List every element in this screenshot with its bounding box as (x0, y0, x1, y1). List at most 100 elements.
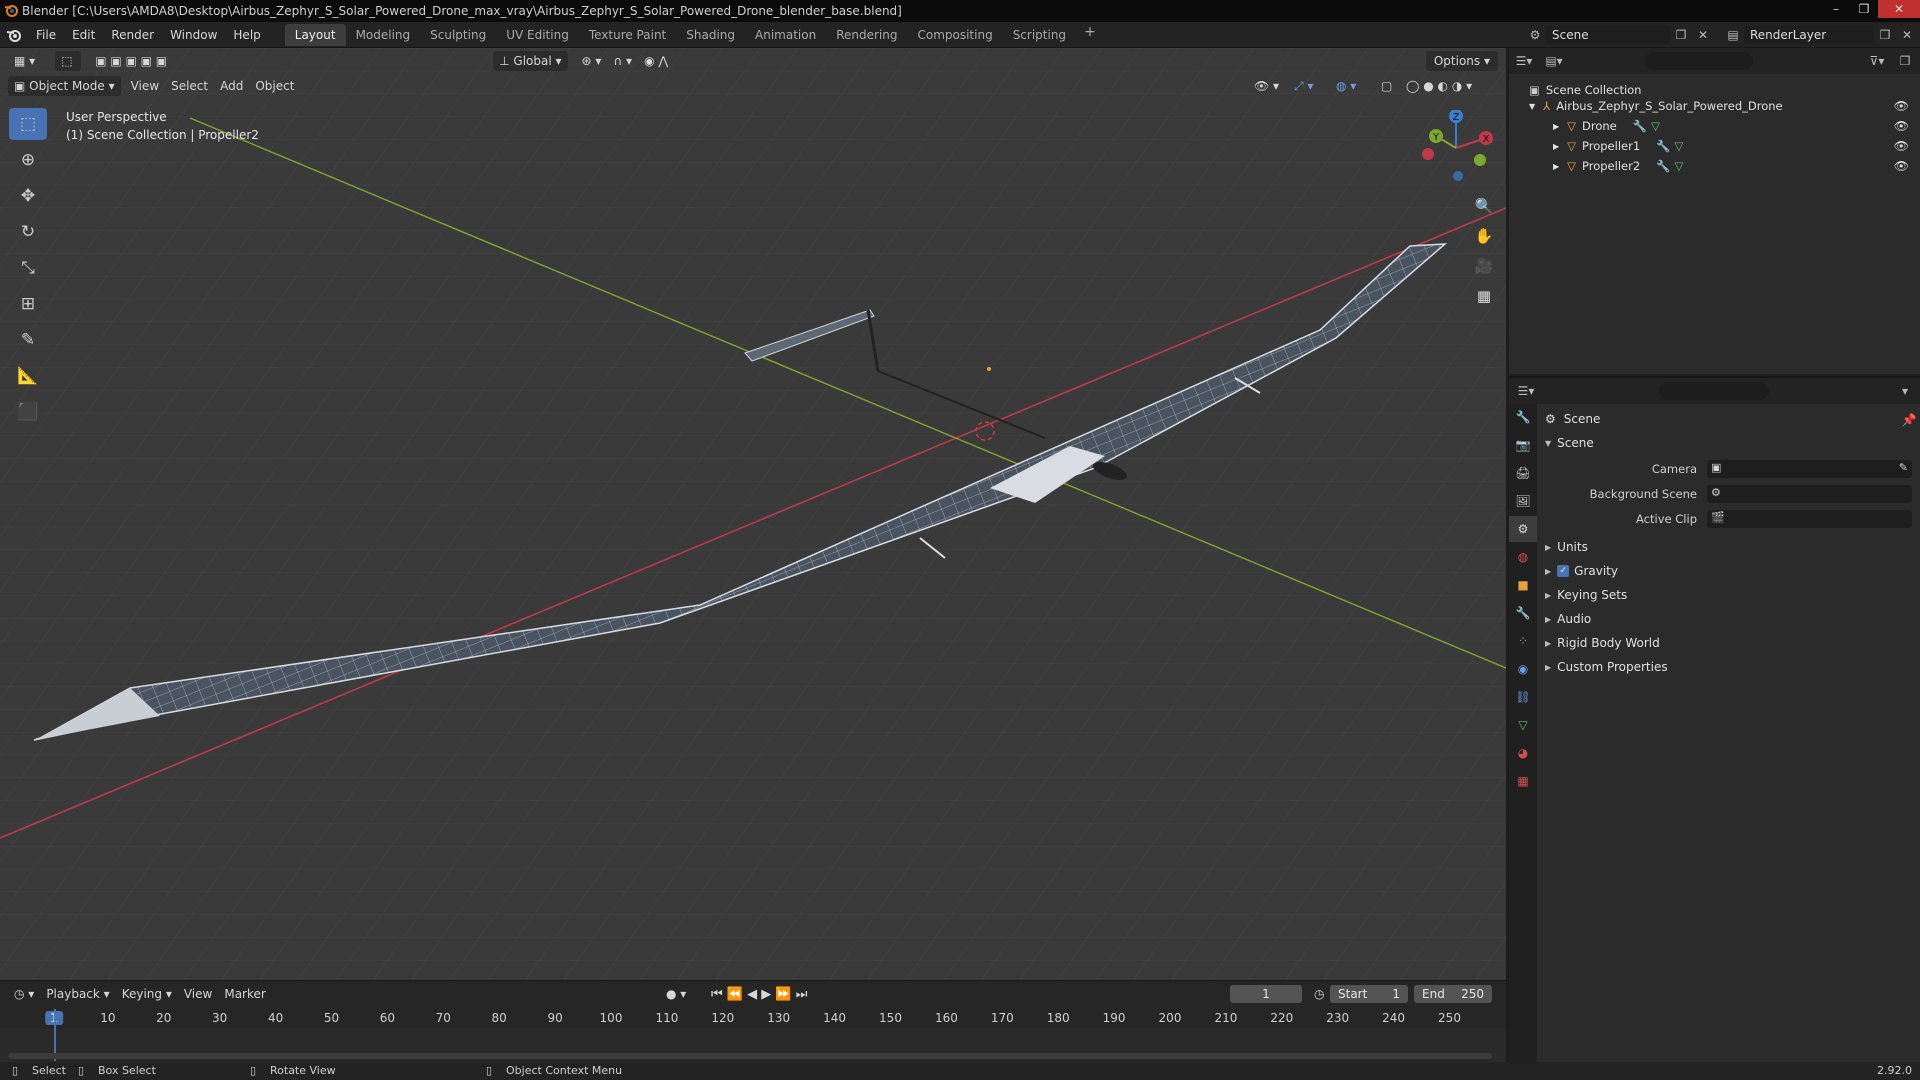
menu-view[interactable]: View (125, 76, 165, 96)
expand-arrow-icon[interactable]: ▶ (1553, 122, 1559, 131)
menu-marker[interactable]: Marker (218, 984, 271, 1004)
rotate-tool-icon[interactable]: ↻ (9, 216, 47, 248)
menu-timeline-view[interactable]: View (178, 984, 218, 1004)
menu-select[interactable]: Select (165, 76, 214, 96)
tab-shading[interactable]: Shading (676, 24, 745, 46)
visibility-eye-icon[interactable]: 👁 (1894, 139, 1909, 153)
playback-controls[interactable]: ⏮ ⏪ ◀ ▶ ⏩ ⏭ (705, 984, 813, 1004)
background-scene-field[interactable]: ⚙ (1707, 485, 1912, 503)
gizmo-toggle-icon[interactable]: ⤢ ▾ (1288, 76, 1319, 96)
tab-texture-paint[interactable]: Texture Paint (579, 24, 676, 46)
timeline-editor-type-icon[interactable]: ◷ ▾ (8, 984, 40, 1004)
tab-compositing[interactable]: Compositing (907, 24, 1002, 46)
texture-tab-icon[interactable]: ▦ (1509, 768, 1537, 794)
menu-window[interactable]: Window (162, 22, 225, 48)
tab-sculpting[interactable]: Sculpting (420, 24, 496, 46)
menu-file[interactable]: File (28, 22, 64, 48)
blender-menu-icon[interactable] (0, 22, 28, 48)
record-keyframe-icon[interactable]: ● ▾ (660, 984, 692, 1004)
expand-arrow-icon[interactable]: ▶ (1545, 591, 1551, 600)
timeline-track[interactable] (0, 1009, 1506, 1063)
move-tool-icon[interactable]: ✥ (9, 180, 47, 212)
close-button[interactable]: ✕ (1878, 0, 1920, 18)
start-frame-field[interactable]: Start 1 (1330, 985, 1408, 1003)
properties-editor-type-icon[interactable]: ☰▾ (1515, 381, 1537, 401)
menu-render[interactable]: Render (103, 22, 162, 48)
mode-dropdown[interactable]: ▣ Object Mode ▾ (8, 76, 121, 96)
physics-tab-icon[interactable]: ◉ (1509, 656, 1537, 682)
new-layer-icon[interactable]: ❐ (1874, 25, 1896, 45)
ortho-grid-icon[interactable]: ▦ (1472, 283, 1496, 309)
outliner-item[interactable]: ▼ ⅄ Airbus_Zephyr_S_Solar_Powered_Drone … (1529, 96, 1919, 116)
proportional-edit-icon[interactable]: ◉ ⋀ (638, 51, 674, 71)
tab-animation[interactable]: Animation (745, 24, 826, 46)
preview-range-icon[interactable]: ◷ (1308, 984, 1330, 1004)
particles-tab-icon[interactable]: ⁘ (1509, 628, 1537, 654)
audio-panel[interactable]: ▶ Audio (1545, 612, 1591, 626)
menu-keying[interactable]: Keying ▾ (116, 984, 178, 1004)
cursor-tool-icon[interactable]: ⊕ (9, 144, 47, 176)
transform-tool-icon[interactable]: ⊞ (9, 288, 47, 320)
selection-modes[interactable]: ▣ ▣ ▣ ▣ ▣ (89, 51, 173, 71)
render-tab-icon[interactable]: 📷 (1509, 432, 1537, 458)
3d-viewport[interactable]: ▦ ▾ ⬚ ▣ ▣ ▣ ▣ ▣ ⊥ Global ▾ ⊛ ▾ ∩ ▾ ◉ ⋀ O… (0, 48, 1506, 980)
scene-tab-icon[interactable]: ⚙ (1509, 516, 1537, 542)
select-box-tool-icon[interactable]: ⬚ (9, 108, 47, 140)
custom-properties-panel[interactable]: ▶ Custom Properties (1545, 660, 1668, 674)
visibility-eye-icon[interactable]: 👁 (1894, 99, 1909, 113)
scale-tool-icon[interactable]: ⤡ (9, 252, 47, 284)
outliner-item[interactable]: ▶ ▽ Propeller2 🔧 ▽ 👁 (1553, 156, 1919, 176)
expand-arrow-icon[interactable]: ▶ (1553, 142, 1559, 151)
menu-add[interactable]: Add (214, 76, 249, 96)
camera-view-icon[interactable]: 🎥 (1472, 253, 1496, 279)
expand-arrow-icon[interactable]: ▶ (1545, 543, 1551, 552)
gravity-panel[interactable]: ▶ ✓ Gravity (1545, 564, 1618, 578)
properties-options-icon[interactable]: ▾ (1894, 381, 1916, 401)
zoom-icon[interactable]: 🔍 (1472, 193, 1496, 219)
data-tab-icon[interactable]: ▽ (1509, 712, 1537, 738)
viewport-scene[interactable] (0, 48, 1506, 980)
scene-selector[interactable]: ⚙ Scene ❐ ✕ (1524, 24, 1714, 45)
add-workspace-button[interactable]: + (1076, 24, 1104, 46)
display-mode-icon[interactable]: ▤▾ (1543, 51, 1565, 71)
scene-panel-header[interactable]: ▼ Scene (1545, 436, 1594, 450)
tab-scripting[interactable]: Scripting (1003, 24, 1076, 46)
maximize-button[interactable]: ❐ (1850, 0, 1878, 18)
outliner-item[interactable]: ▶ ▽ Propeller1 🔧 ▽ 👁 (1553, 136, 1919, 156)
scene-name-field[interactable]: Scene (1546, 25, 1670, 44)
menu-object[interactable]: Object (249, 76, 300, 96)
pan-hand-icon[interactable]: ✋ (1472, 223, 1496, 249)
annotate-tool-icon[interactable]: ✎ (9, 324, 47, 356)
new-collection-icon[interactable]: ❐ (1894, 51, 1916, 71)
outliner-editor-type-icon[interactable]: ☰▾ (1513, 51, 1535, 71)
expand-arrow-icon[interactable]: ▶ (1545, 567, 1551, 576)
expand-arrow-icon[interactable]: ▶ (1545, 639, 1551, 648)
tab-uv-editing[interactable]: UV Editing (496, 24, 579, 46)
transform-orientation[interactable]: ⊥ Global ▾ (493, 51, 568, 71)
collapse-arrow-icon[interactable]: ▼ (1545, 439, 1551, 448)
snap-icon[interactable]: ∩ ▾ (607, 51, 638, 71)
delete-layer-icon[interactable]: ✕ (1896, 25, 1918, 45)
units-panel[interactable]: ▶ Units (1545, 540, 1588, 554)
timeline-scrollbar[interactable] (8, 1053, 1492, 1059)
menu-edit[interactable]: Edit (64, 22, 103, 48)
overlay-toggle-icon[interactable]: ◍ ▾ (1330, 76, 1362, 96)
world-tab-icon[interactable]: ◍ (1509, 544, 1537, 570)
new-scene-icon[interactable]: ❐ (1670, 25, 1692, 45)
material-tab-icon[interactable]: ◕ (1509, 740, 1537, 766)
gravity-checkbox[interactable]: ✓ (1557, 565, 1570, 577)
end-frame-field[interactable]: End 250 (1414, 985, 1492, 1003)
outliner-item[interactable]: ▶ ▽ Drone 🔧 ▽ 👁 (1553, 116, 1919, 136)
pivot-point-icon[interactable]: ⊛ ▾ (576, 51, 608, 71)
render-layer-selector[interactable]: ▤ RenderLayer ❐ ✕ (1722, 24, 1918, 45)
camera-field[interactable]: ▣ ✎ (1707, 460, 1912, 478)
collapse-arrow-icon[interactable]: ▼ (1529, 102, 1535, 111)
navigation-gizmo[interactable]: Z X Y (1418, 110, 1494, 182)
expand-arrow-icon[interactable]: ▶ (1553, 162, 1559, 171)
xray-toggle-icon[interactable]: ▢ (1375, 76, 1398, 96)
rigid-body-world-panel[interactable]: ▶ Rigid Body World (1545, 636, 1660, 650)
active-clip-field[interactable]: 🎬 (1707, 510, 1912, 528)
outliner-search-input[interactable] (1645, 52, 1753, 70)
visibility-icon[interactable]: 👁 ▾ (1248, 76, 1285, 96)
modifier-tab-icon[interactable]: 🔧 (1509, 600, 1537, 626)
